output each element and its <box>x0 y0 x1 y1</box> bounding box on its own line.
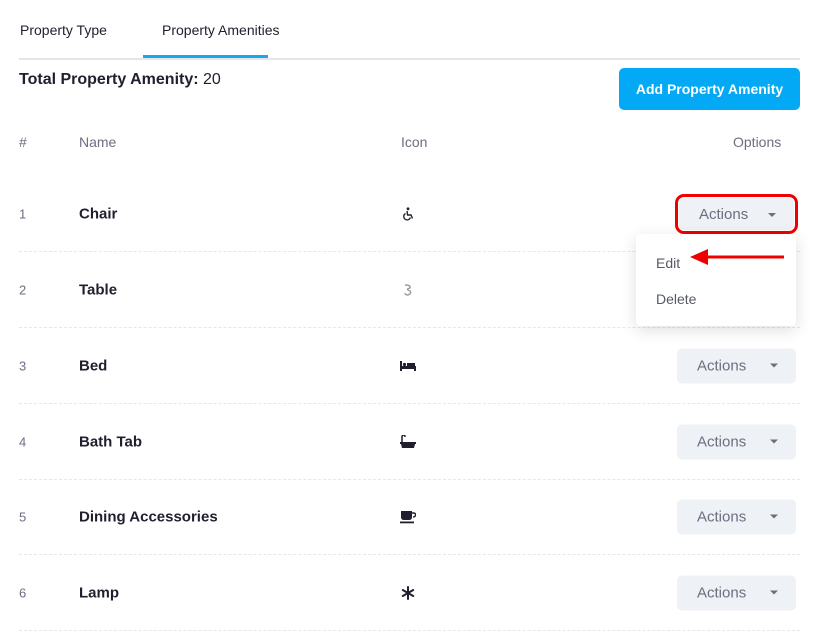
row-number: 1 <box>19 206 27 222</box>
row-name: Bath Tab <box>79 433 143 451</box>
actions-label: Actions <box>697 508 747 526</box>
actions-dropdown-button[interactable]: Actions <box>677 499 796 535</box>
row-name: Table <box>79 281 118 299</box>
actions-label: Actions <box>697 357 747 375</box>
coffee-cup-icon <box>400 509 416 525</box>
wheelchair-icon <box>400 206 416 222</box>
actions-dropdown-button[interactable]: Actions <box>677 348 796 384</box>
chevron-down-icon <box>770 590 778 595</box>
row-name: Bed <box>79 357 108 375</box>
actions-label: Actions <box>697 433 747 451</box>
tab-property-type[interactable]: Property Type <box>20 22 107 38</box>
row-number: 4 <box>19 434 27 450</box>
chevron-down-icon <box>770 363 778 368</box>
asterisk-icon <box>400 585 416 601</box>
table-row: 3 Bed Actions <box>19 328 800 404</box>
tab-property-amenities[interactable]: Property Amenities <box>162 22 280 38</box>
tab-bar: Property Type Property Amenities <box>19 0 800 60</box>
column-header-number: # <box>19 134 27 150</box>
table-row: 5 Dining Accessories Actions <box>19 479 800 555</box>
row-name: Chair <box>79 205 118 223</box>
column-header-icon: Icon <box>401 134 428 150</box>
total-amenity-count: Total Property Amenity: 20 <box>19 71 221 89</box>
table-icon <box>400 282 416 298</box>
active-tab-indicator <box>143 55 268 58</box>
chevron-down-icon <box>770 514 778 519</box>
row-number: 3 <box>19 358 27 374</box>
chevron-down-icon <box>768 213 776 217</box>
row-number: 2 <box>19 282 27 298</box>
row-number: 5 <box>19 509 27 525</box>
actions-dropdown-button[interactable]: Actions <box>675 194 798 234</box>
add-property-amenity-button[interactable]: Add Property Amenity <box>619 68 800 110</box>
actions-dropdown-button[interactable]: Actions <box>677 424 796 460</box>
menu-item-edit[interactable]: Edit <box>656 255 680 271</box>
actions-label: Actions <box>699 205 749 223</box>
total-label: Total Property Amenity: <box>19 71 199 88</box>
column-header-options: Options <box>733 134 782 150</box>
actions-label: Actions <box>697 584 747 602</box>
row-name: Dining Accessories <box>79 508 218 526</box>
actions-dropdown-button[interactable]: Actions <box>677 575 796 611</box>
row-number: 6 <box>19 585 27 601</box>
table-row: 6 Lamp Actions <box>19 555 800 631</box>
bed-icon <box>400 358 416 374</box>
table-row: 4 Bath Tab Actions <box>19 404 800 480</box>
row-name: Lamp <box>79 584 120 602</box>
column-header-name: Name <box>79 134 117 150</box>
annotation-arrow-icon <box>690 249 784 265</box>
row-divider <box>19 630 800 631</box>
menu-item-delete[interactable]: Delete <box>656 291 696 307</box>
chevron-down-icon <box>770 439 778 444</box>
total-value: 20 <box>203 71 221 88</box>
bath-icon <box>400 434 416 450</box>
